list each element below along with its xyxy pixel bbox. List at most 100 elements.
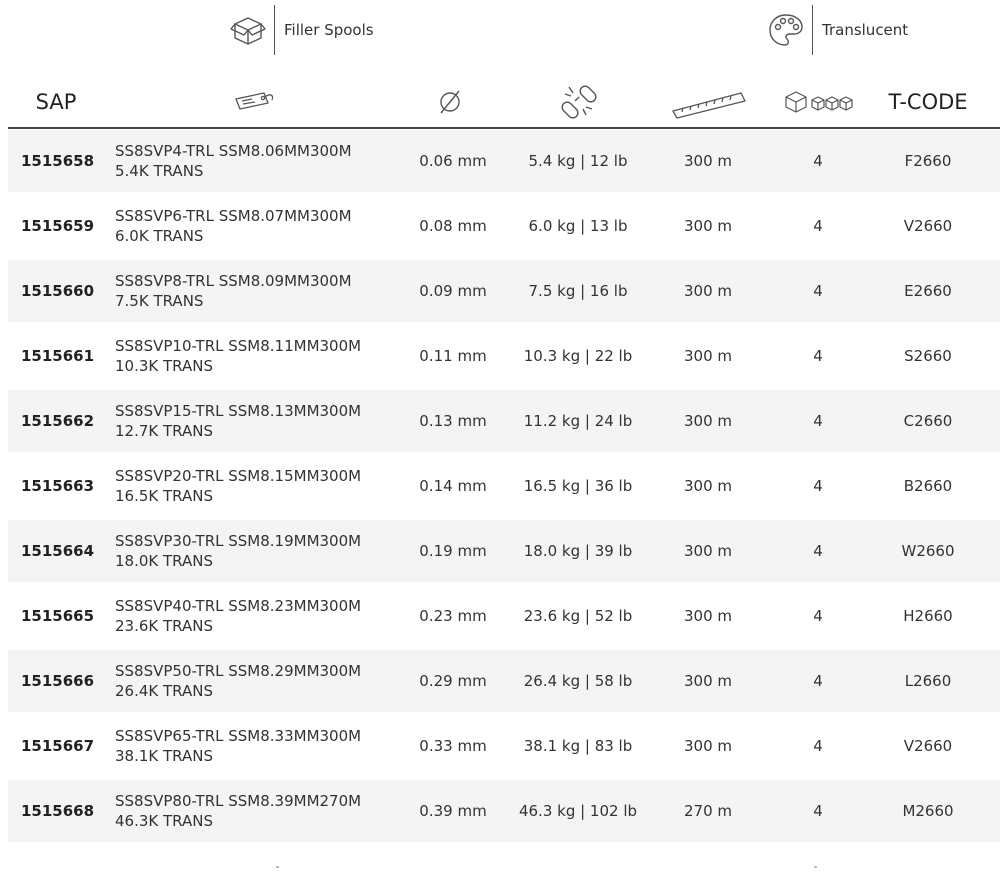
quantity-cell: 4 [813, 672, 823, 690]
description-line-1: SS8SVP40-TRL SSM8.23MM300M [115, 597, 362, 615]
description-line-2: 16.5K TRANS [115, 487, 213, 505]
length-cell: 300 m [683, 737, 732, 755]
ruler-icon [668, 80, 750, 124]
description-line-1: SS8SVP10-TRL SSM8.11MM300M [115, 337, 362, 355]
description-cell: SS8SVP10-TRL SSM8.11MM300M 10.3K TRANS [115, 325, 415, 387]
tcode-cell: C2660 [903, 412, 953, 430]
filler-spools-badge: Filler Spools [228, 4, 374, 56]
translucent-badge: Translucent [766, 4, 908, 56]
diameter-cell: 0.14 mm [419, 477, 487, 495]
breaking-strength-cell: 11.2 kg | 24 lb [523, 412, 633, 430]
table-row: 1515659 SS8SVP6-TRL SSM8.07MM300M 6.0K T… [8, 195, 1000, 257]
diameter-cell: 0.39 mm [419, 802, 487, 820]
sap-cell: 1515664 [21, 542, 95, 560]
length-cell: 270 m [683, 802, 732, 820]
quantity-cell: 4 [813, 607, 823, 625]
diameter-cell: 0.19 mm [419, 542, 487, 560]
length-cell: 300 m [683, 412, 732, 430]
tag-icon [220, 80, 290, 124]
quantity-cell: 4 [813, 802, 823, 820]
tcode-cell: W2660 [901, 542, 955, 560]
quantity-cell: 4 [813, 217, 823, 235]
sap-cell: 1515660 [21, 282, 95, 300]
palette-icon [766, 10, 806, 50]
description-cell: SS8SVP8-TRL SSM8.09MM300M 7.5K TRANS [115, 260, 415, 322]
length-cell: 300 m [683, 217, 732, 235]
description-line-2: 10.3K TRANS [115, 357, 213, 375]
sap-cell: 1515662 [21, 412, 95, 430]
breaking-strength-cell: 26.4 kg | 58 lb [523, 672, 633, 690]
description-line-2: 6.0K TRANS [115, 227, 204, 245]
length-cell: 300 m [683, 672, 732, 690]
diameter-cell: 0.13 mm [419, 412, 487, 430]
filler-spools-label: Filler Spools [284, 21, 374, 39]
tcode-cell: F2660 [904, 152, 952, 170]
tcode-cell: B2660 [903, 477, 953, 495]
diameter-cell: 0.06 mm [419, 152, 487, 170]
breaking-strength-cell: 46.3 kg | 102 lb [518, 802, 638, 820]
description-cell: SS8SVP6-TRL SSM8.07MM300M 6.0K TRANS [115, 195, 415, 257]
sap-cell: 1515659 [21, 217, 95, 235]
description-line-2: 23.6K TRANS [115, 617, 213, 635]
diameter-cell: 0.11 mm [419, 347, 487, 365]
decorative-dot [814, 866, 817, 868]
tcode-cell: E2660 [904, 282, 952, 300]
quantity-cell: 4 [813, 412, 823, 430]
diameter-cell: 0.23 mm [419, 607, 487, 625]
description-line-1: SS8SVP30-TRL SSM8.19MM300M [115, 532, 362, 550]
description-cell: SS8SVP20-TRL SSM8.15MM300M 16.5K TRANS [115, 455, 415, 517]
length-cell: 300 m [683, 542, 732, 560]
tcode-header: T-CODE [878, 80, 978, 124]
quantity-cell: 4 [813, 542, 823, 560]
header-divider [8, 127, 1000, 129]
description-line-2: 12.7K TRANS [115, 422, 213, 440]
description-line-1: SS8SVP4-TRL SSM8.06MM300M [115, 142, 352, 160]
tcode-cell: S2660 [904, 347, 952, 365]
table-row: 1515658 SS8SVP4-TRL SSM8.06MM300M 5.4K T… [8, 130, 1000, 192]
description-line-1: SS8SVP65-TRL SSM8.33MM300M [115, 727, 362, 745]
diameter-icon [420, 80, 480, 124]
description-line-2: 5.4K TRANS [115, 162, 204, 180]
tcode-cell: H2660 [903, 607, 953, 625]
table-row: 1515660 SS8SVP8-TRL SSM8.09MM300M 7.5K T… [8, 260, 1000, 322]
sap-cell: 1515667 [21, 737, 95, 755]
description-line-2: 7.5K TRANS [115, 292, 204, 310]
box-icon [228, 10, 268, 50]
quantity-cell: 4 [813, 282, 823, 300]
table-row: 1515667 SS8SVP65-TRL SSM8.33MM300M 38.1K… [8, 715, 1000, 777]
quantity-cell: 4 [813, 737, 823, 755]
sap-header-label: SAP [35, 90, 77, 114]
breaking-strength-cell: 23.6 kg | 52 lb [523, 607, 633, 625]
quantity-cell: 4 [813, 152, 823, 170]
breaking-strength-cell: 16.5 kg | 36 lb [523, 477, 633, 495]
badge-divider [812, 5, 813, 55]
table-header: SAP T-CODE [0, 80, 1000, 128]
diameter-cell: 0.08 mm [419, 217, 487, 235]
description-line-1: SS8SVP15-TRL SSM8.13MM300M [115, 402, 362, 420]
length-cell: 300 m [683, 152, 732, 170]
description-cell: SS8SVP80-TRL SSM8.39MM270M 46.3K TRANS [115, 780, 415, 842]
sap-cell: 1515665 [21, 607, 95, 625]
decorative-dot [276, 866, 279, 868]
table-row: 1515665 SS8SVP40-TRL SSM8.23MM300M 23.6K… [8, 585, 1000, 647]
table-row: 1515661 SS8SVP10-TRL SSM8.11MM300M 10.3K… [8, 325, 1000, 387]
badge-divider [274, 5, 275, 55]
length-cell: 300 m [683, 607, 732, 625]
translucent-label: Translucent [822, 21, 909, 39]
diameter-cell: 0.09 mm [419, 282, 487, 300]
sap-header: SAP [20, 80, 92, 124]
sap-cell: 1515661 [21, 347, 95, 365]
sap-cell: 1515663 [21, 477, 95, 495]
breaking-strength-cell: 6.0 kg | 13 lb [528, 217, 628, 235]
length-cell: 300 m [683, 347, 732, 365]
table-row: 1515663 SS8SVP20-TRL SSM8.15MM300M 16.5K… [8, 455, 1000, 517]
description-line-1: SS8SVP20-TRL SSM8.15MM300M [115, 467, 362, 485]
breaking-strength-cell: 18.0 kg | 39 lb [523, 542, 633, 560]
description-line-1: SS8SVP50-TRL SSM8.29MM300M [115, 662, 362, 680]
table-row: 1515666 SS8SVP50-TRL SSM8.29MM300M 26.4K… [8, 650, 1000, 712]
description-line-1: SS8SVP6-TRL SSM8.07MM300M [115, 207, 352, 225]
description-cell: SS8SVP4-TRL SSM8.06MM300M 5.4K TRANS [115, 130, 415, 192]
diameter-cell: 0.33 mm [419, 737, 487, 755]
description-line-2: 18.0K TRANS [115, 552, 213, 570]
description-cell: SS8SVP15-TRL SSM8.13MM300M 12.7K TRANS [115, 390, 415, 452]
